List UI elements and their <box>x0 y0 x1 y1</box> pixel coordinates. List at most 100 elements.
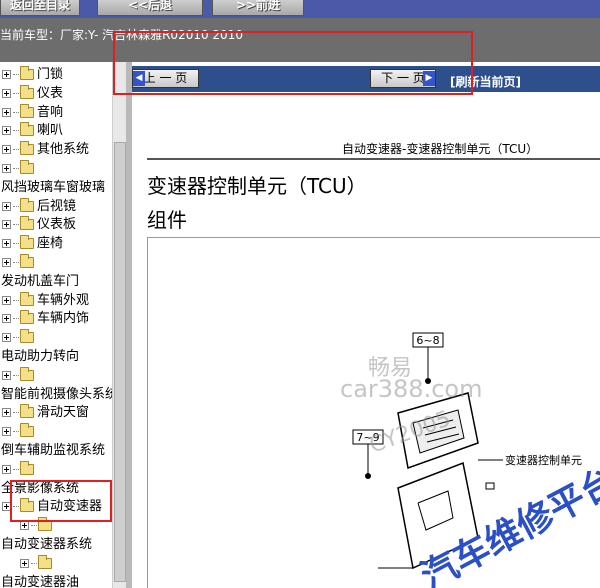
tree-item[interactable] <box>2 366 37 385</box>
expand-icon[interactable] <box>2 88 11 98</box>
highlight-box-nav <box>113 31 473 95</box>
expand-icon[interactable] <box>2 164 11 173</box>
tree-item[interactable]: 电动助力转向 <box>1 348 79 366</box>
forward-button[interactable]: >>前进 <box>212 0 304 16</box>
watermark-text-2: car388.com <box>340 375 483 403</box>
tree-connector <box>13 205 19 207</box>
tree-item[interactable]: 智能前视摄像头系统 <box>1 386 112 404</box>
tree-item[interactable]: 后视镜 <box>2 197 77 216</box>
return-to-index-label: 返回至目录 <box>9 0 70 12</box>
folder-icon <box>20 103 34 118</box>
tree-item[interactable]: 滑动天窗 <box>2 404 89 422</box>
expand-icon[interactable] <box>2 427 11 437</box>
tree-item[interactable]: 其他系统 <box>2 141 89 159</box>
expand-icon[interactable] <box>2 464 11 474</box>
folder-icon <box>20 84 34 99</box>
folder-icon <box>38 554 52 569</box>
expand-icon[interactable] <box>2 258 11 267</box>
expand-icon[interactable] <box>2 408 11 418</box>
tree-item-label: 倒车辅助监视系统 <box>1 443 106 458</box>
expand-icon[interactable] <box>20 521 29 531</box>
tree-connector <box>13 299 19 301</box>
expand-icon[interactable] <box>2 239 11 249</box>
expand-icon[interactable] <box>2 314 11 324</box>
tree-item[interactable]: 座椅 <box>2 235 63 253</box>
tree-connector <box>13 412 19 414</box>
folder-icon <box>20 329 34 344</box>
tree-item[interactable]: 喇叭 <box>2 122 63 140</box>
folder-icon <box>20 235 34 250</box>
tree-item[interactable]: 仪表板 <box>2 216 76 234</box>
back-label: <<后退 <box>127 0 173 12</box>
tree-item-label: 发动机盖车门 <box>1 273 80 289</box>
folder-icon <box>20 66 34 80</box>
folder-icon <box>20 310 34 325</box>
tree-connector <box>13 374 19 376</box>
tree-item-label: 音响 <box>37 104 64 120</box>
expand-icon[interactable] <box>2 201 11 211</box>
folder-icon <box>20 197 34 212</box>
back-button[interactable]: <<后退 <box>97 0 203 16</box>
tree-item[interactable] <box>2 460 37 479</box>
tree-item-label: 喇叭 <box>37 123 64 139</box>
doc-divider <box>147 158 600 160</box>
tree-item[interactable] <box>2 329 37 347</box>
tree-item[interactable]: 风挡玻璃车窗玻璃 <box>1 179 105 197</box>
tree-connector <box>13 243 19 245</box>
tree-item[interactable]: 门锁 <box>2 66 63 84</box>
folder-icon <box>20 122 34 137</box>
tree-connector <box>13 111 19 113</box>
torque-label-a: 6~8 <box>416 334 439 347</box>
expand-icon[interactable] <box>2 107 11 117</box>
folder-icon <box>20 141 34 156</box>
tree-connector <box>13 224 19 226</box>
top-toolbar: 返回至目录 <<后退 >>前进 <box>0 0 600 18</box>
unit-callout: 变速器控制单元 <box>505 453 582 467</box>
tree-item-label: 滑动天窗 <box>37 405 90 421</box>
tree-item-label: 后视镜 <box>37 198 77 214</box>
expand-icon[interactable] <box>2 370 11 380</box>
tree-item[interactable]: 仪表 <box>2 84 63 103</box>
tree-item-label: 其他系统 <box>37 142 90 158</box>
expand-icon[interactable] <box>20 558 29 568</box>
bracket-cutout <box>417 490 454 531</box>
panel-divider[interactable] <box>126 62 132 588</box>
tree-connector <box>13 318 19 320</box>
expand-icon[interactable] <box>2 145 11 155</box>
tree-item[interactable]: 发动机盖车门 <box>1 273 79 291</box>
tree-item[interactable] <box>2 254 37 272</box>
doc-header: 自动变速器-变速器控制单元（TCU） <box>342 142 539 156</box>
expand-icon[interactable] <box>2 295 11 305</box>
folder-icon <box>20 160 34 174</box>
folder-icon <box>20 216 34 231</box>
tree-connector <box>13 337 19 339</box>
expand-icon[interactable] <box>2 333 11 343</box>
forward-label: >>前进 <box>235 0 281 12</box>
tree-scroll-thumb[interactable] <box>114 142 126 582</box>
tree-item-label: 智能前视摄像头系统 <box>1 386 112 402</box>
tree-connector <box>13 431 19 433</box>
tree-item-label: 车辆外观 <box>37 292 90 308</box>
tree-item[interactable] <box>20 554 55 573</box>
expand-icon[interactable] <box>2 70 11 79</box>
return-to-index-button[interactable]: 返回至目录 <box>0 0 80 16</box>
folder-icon <box>20 254 34 268</box>
folder-icon <box>20 291 34 306</box>
tree-connector <box>13 168 19 169</box>
tree-connector <box>13 262 19 263</box>
tree-item[interactable]: 自动变速器系统 <box>1 536 92 554</box>
tree-item-label: 仪表板 <box>37 217 77 233</box>
tree-item[interactable]: 车辆外观 <box>2 291 90 310</box>
highlight-box-tree <box>10 480 112 522</box>
tree-item[interactable]: 车辆内饰 <box>2 310 89 328</box>
tree-item[interactable]: 自动变速器油 <box>1 574 79 588</box>
tree-scrollbar[interactable] <box>112 62 126 588</box>
tree-item[interactable] <box>2 423 37 441</box>
tree-connector <box>13 468 19 470</box>
tree-item[interactable] <box>2 160 37 178</box>
tree-item[interactable]: 音响 <box>2 103 64 122</box>
tree-item[interactable]: 倒车辅助监视系统 <box>1 442 105 460</box>
expand-icon[interactable] <box>2 126 11 136</box>
tree-connector <box>13 149 19 151</box>
expand-icon[interactable] <box>2 220 11 230</box>
